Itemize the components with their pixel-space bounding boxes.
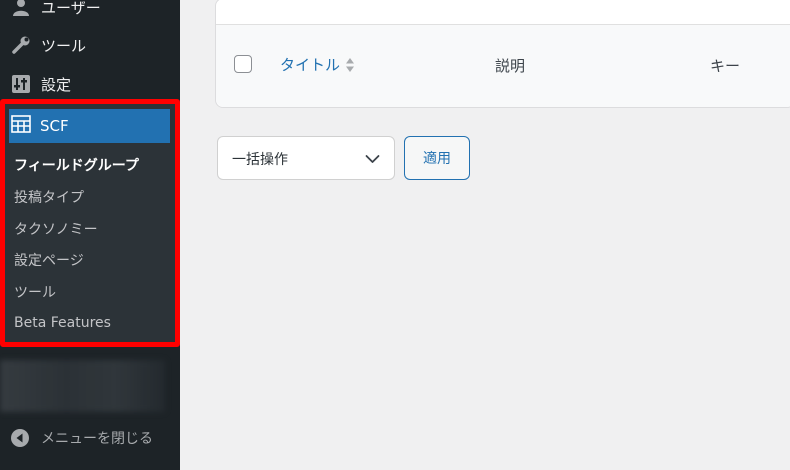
collapse-arrow-icon <box>10 428 30 448</box>
submenu-beta-features[interactable]: Beta Features <box>14 315 111 331</box>
table-header-row: タイトル 説明 キー <box>216 25 790 107</box>
submenu-tools[interactable]: ツール <box>14 282 56 302</box>
menu-item-label: ユーザー <box>41 0 101 17</box>
settings-sliders-icon <box>10 73 32 95</box>
column-key: キー <box>710 57 741 75</box>
submenu-post-types[interactable]: 投稿タイプ <box>14 187 84 207</box>
apply-button[interactable]: 適用 <box>404 136 470 180</box>
menu-item-tools[interactable]: ツール <box>0 28 180 62</box>
collapse-menu-button[interactable]: メニューを閉じる <box>10 426 180 450</box>
wrench-icon <box>10 34 32 56</box>
sort-icon <box>345 57 355 73</box>
menu-item-settings[interactable]: 設定 <box>0 67 180 101</box>
select-all-checkbox[interactable] <box>234 55 252 73</box>
submenu-field-groups[interactable]: フィールドグループ <box>14 155 139 175</box>
submenu-taxonomies[interactable]: タクソノミー <box>14 219 98 239</box>
table-grid-icon <box>11 115 31 137</box>
submenu-options-pages[interactable]: 設定ページ <box>14 250 84 270</box>
bulk-actions-select[interactable]: 一括操作 <box>217 136 395 180</box>
chevron-down-icon <box>365 152 380 168</box>
column-title-label: タイトル <box>280 56 341 74</box>
menu-item-label: 設定 <box>41 75 72 94</box>
menu-item-scf[interactable]: SCF <box>9 109 170 143</box>
user-icon <box>10 0 32 18</box>
menu-item-users[interactable]: ユーザー <box>0 0 180 24</box>
collapse-menu-label: メニューを閉じる <box>41 431 153 447</box>
menu-item-label: SCF <box>40 117 69 135</box>
blurred-menu-area <box>0 360 165 412</box>
bulk-actions-value: 一括操作 <box>232 152 288 168</box>
field-groups-table: タイトル 説明 キー <box>215 0 790 108</box>
column-description: 説明 <box>495 57 526 75</box>
column-title-sortable[interactable]: タイトル <box>280 54 355 75</box>
menu-item-label: ツール <box>41 36 87 55</box>
admin-sidebar: ユーザー ツール 設定 SCF フィールドグループ 投稿タイプ タクソノミー 設… <box>0 0 180 470</box>
